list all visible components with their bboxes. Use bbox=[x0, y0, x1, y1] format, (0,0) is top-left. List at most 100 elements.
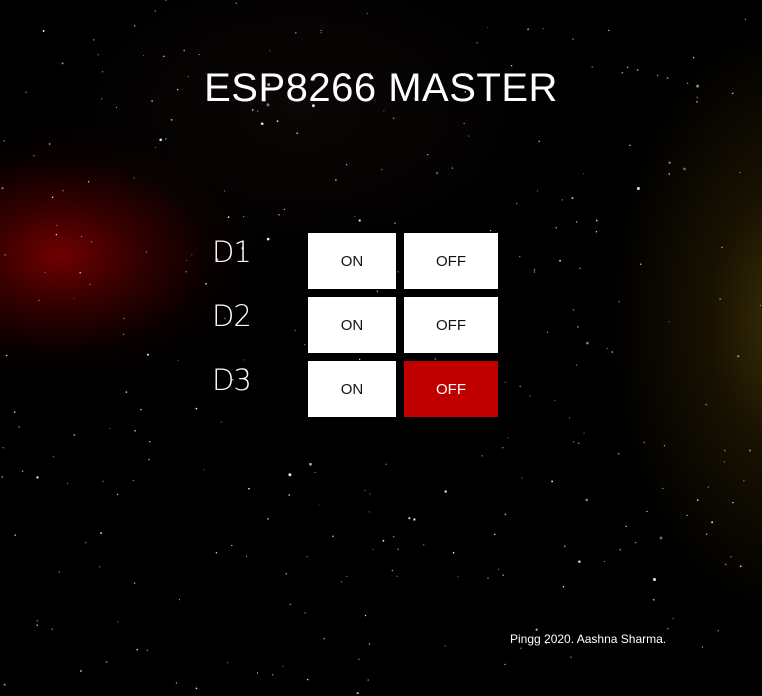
star bbox=[577, 442, 580, 444]
d2-on-button[interactable]: ON bbox=[308, 297, 396, 353]
star bbox=[382, 539, 385, 542]
star bbox=[476, 42, 478, 44]
page-title: ESP8266 MASTER bbox=[204, 66, 558, 110]
star bbox=[260, 122, 264, 126]
star bbox=[227, 216, 230, 218]
star bbox=[5, 354, 8, 357]
star bbox=[463, 122, 465, 125]
star bbox=[105, 661, 108, 663]
star bbox=[73, 434, 76, 436]
star bbox=[575, 221, 578, 223]
star bbox=[117, 621, 119, 623]
star bbox=[451, 167, 454, 169]
d3-off-button[interactable]: OFF bbox=[404, 361, 498, 417]
star bbox=[21, 470, 24, 472]
d1-off-button[interactable]: OFF bbox=[404, 233, 498, 289]
device-row-d2: D2 ON OFF bbox=[212, 297, 512, 353]
star bbox=[358, 658, 360, 660]
star bbox=[220, 421, 222, 423]
star bbox=[554, 399, 556, 401]
star bbox=[42, 30, 45, 32]
star bbox=[87, 181, 90, 183]
star bbox=[586, 341, 589, 345]
star bbox=[195, 407, 198, 410]
star bbox=[133, 582, 136, 584]
d2-off-button[interactable]: OFF bbox=[404, 297, 498, 353]
star bbox=[97, 54, 99, 56]
star bbox=[368, 643, 371, 645]
star bbox=[48, 143, 51, 145]
star bbox=[335, 179, 337, 181]
star bbox=[185, 259, 188, 262]
star bbox=[123, 318, 125, 320]
star bbox=[739, 565, 742, 568]
star bbox=[122, 333, 125, 336]
star bbox=[652, 598, 655, 601]
star bbox=[468, 135, 470, 137]
star bbox=[427, 153, 429, 156]
star bbox=[44, 271, 46, 274]
star bbox=[551, 480, 554, 483]
star bbox=[80, 670, 82, 672]
star bbox=[629, 144, 631, 146]
star bbox=[743, 479, 745, 482]
star bbox=[575, 364, 578, 366]
star bbox=[102, 480, 104, 483]
star bbox=[36, 619, 39, 622]
star bbox=[109, 427, 111, 430]
star bbox=[570, 656, 572, 658]
star bbox=[3, 683, 6, 686]
star bbox=[504, 513, 507, 516]
star bbox=[634, 541, 637, 544]
star bbox=[346, 575, 348, 577]
star bbox=[546, 331, 549, 334]
star bbox=[132, 479, 134, 482]
star bbox=[56, 224, 58, 227]
device-row-d3: D3 ON OFF bbox=[212, 361, 512, 417]
star bbox=[38, 299, 40, 302]
star bbox=[133, 25, 136, 27]
star bbox=[668, 161, 671, 164]
star bbox=[285, 572, 288, 575]
star bbox=[372, 548, 374, 550]
star bbox=[304, 612, 306, 614]
star bbox=[705, 533, 708, 536]
d1-on-button[interactable]: ON bbox=[308, 233, 396, 289]
star bbox=[392, 117, 395, 120]
star bbox=[707, 486, 709, 488]
star bbox=[248, 487, 250, 490]
star bbox=[519, 647, 522, 650]
star bbox=[502, 447, 504, 449]
star bbox=[435, 171, 439, 175]
star bbox=[608, 29, 610, 32]
star bbox=[562, 586, 565, 588]
star bbox=[84, 541, 87, 544]
star bbox=[369, 493, 371, 495]
star bbox=[36, 624, 39, 627]
star bbox=[306, 678, 309, 681]
star bbox=[559, 259, 562, 262]
star bbox=[267, 518, 269, 520]
star bbox=[178, 599, 180, 601]
star bbox=[564, 545, 566, 548]
star bbox=[493, 533, 496, 536]
star bbox=[452, 551, 455, 554]
star bbox=[320, 29, 322, 32]
star bbox=[535, 628, 538, 631]
star bbox=[604, 560, 606, 563]
star bbox=[737, 355, 740, 358]
star bbox=[296, 132, 299, 135]
star bbox=[489, 229, 492, 232]
star bbox=[391, 569, 394, 572]
star bbox=[4, 254, 6, 256]
star bbox=[721, 246, 723, 248]
star bbox=[278, 214, 280, 216]
star bbox=[55, 233, 58, 236]
d3-on-button[interactable]: ON bbox=[308, 361, 396, 417]
star bbox=[320, 32, 322, 34]
star bbox=[538, 140, 541, 143]
star bbox=[73, 297, 75, 300]
star bbox=[487, 26, 489, 29]
star bbox=[79, 271, 82, 274]
star bbox=[636, 187, 640, 190]
